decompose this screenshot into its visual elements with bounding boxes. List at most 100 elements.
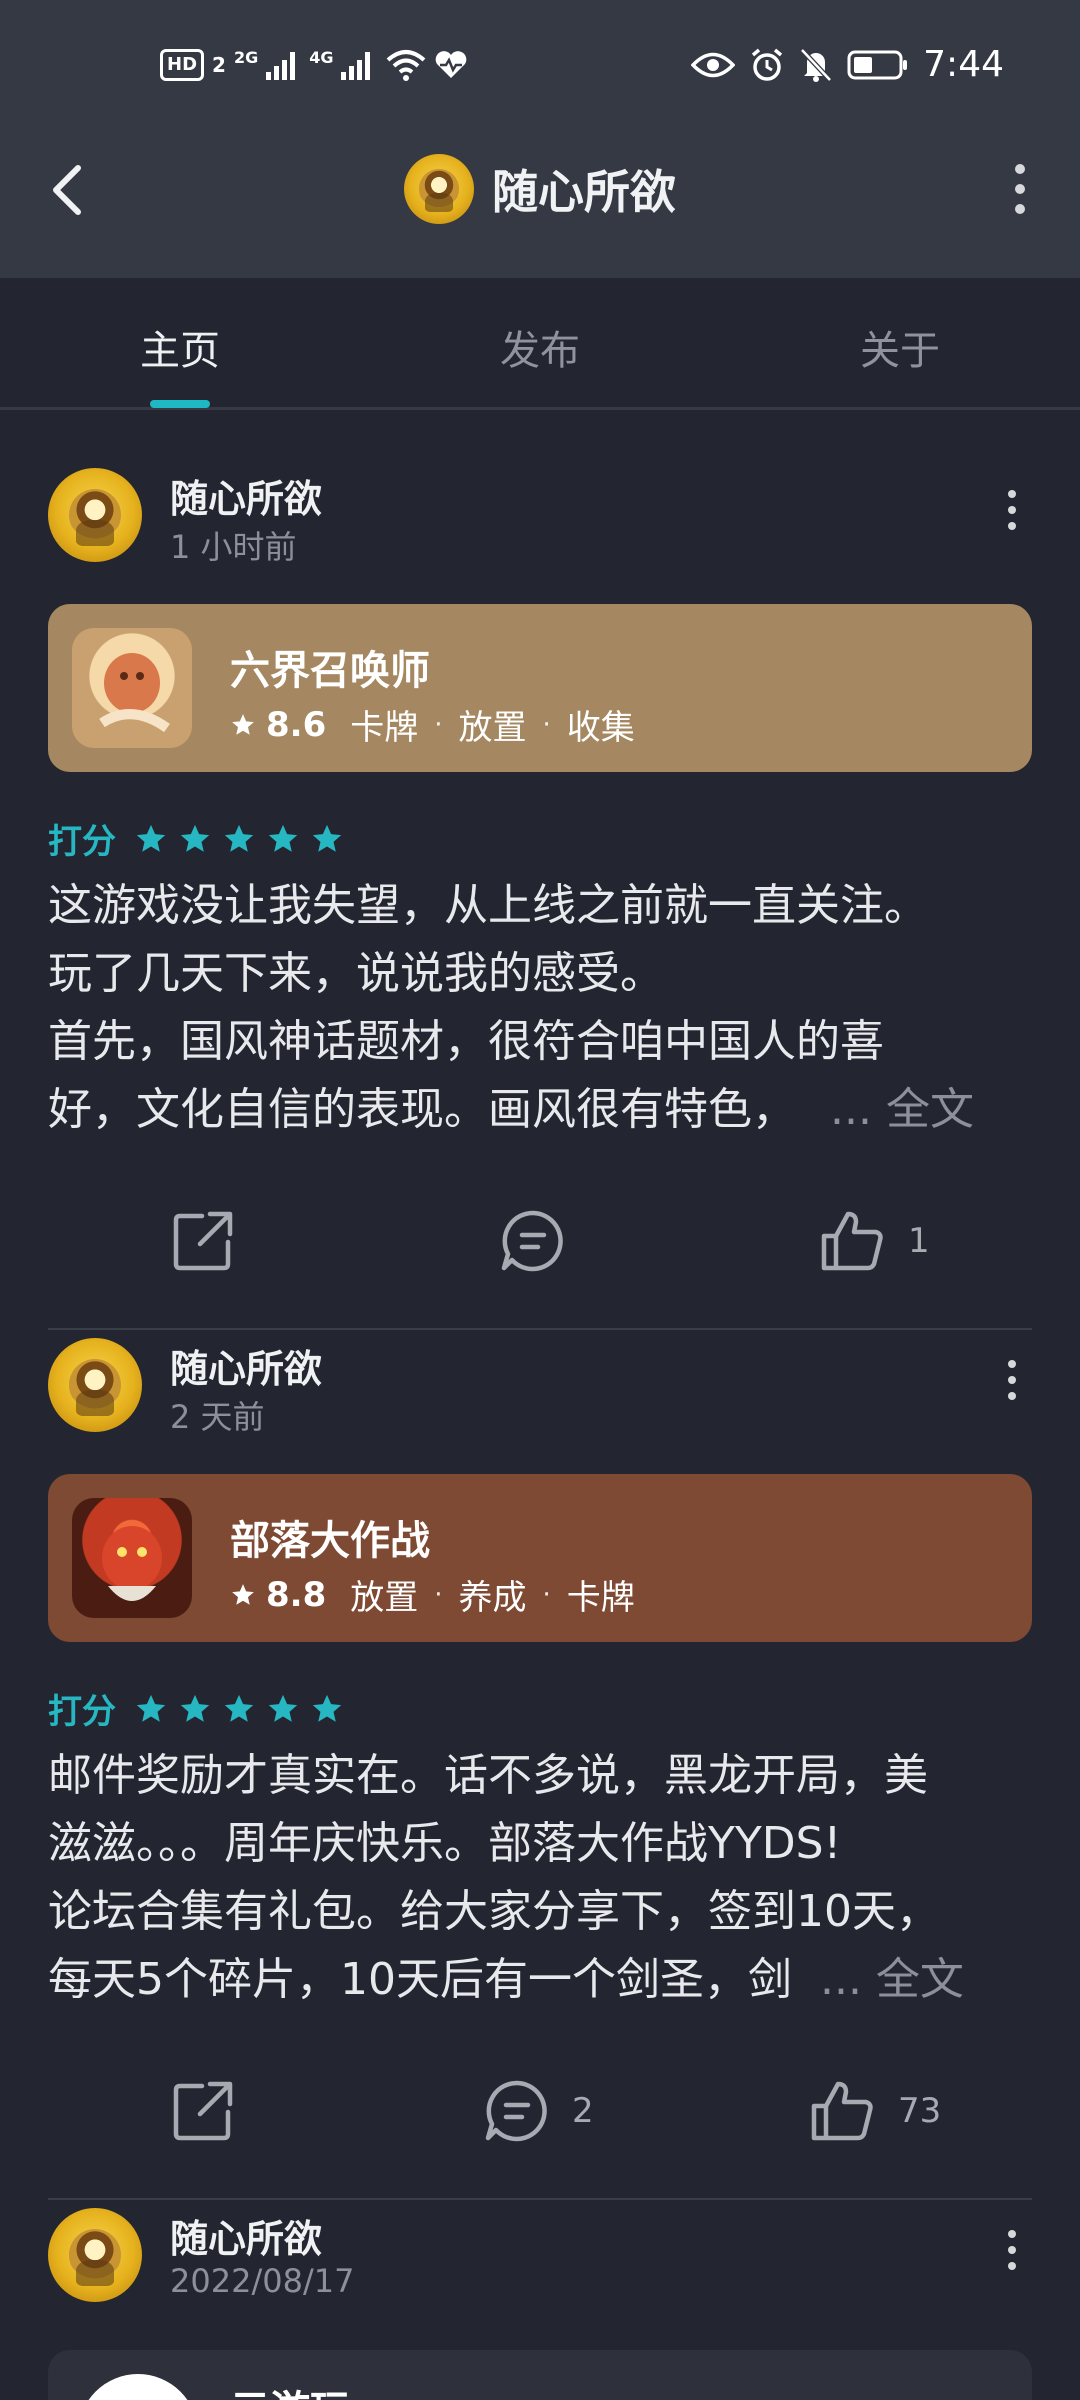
game-score: 8.8	[266, 1574, 327, 1615]
game-card[interactable]: 部落大作战 8.8 放置 · 养成 · 卡牌	[48, 1474, 1032, 1642]
author-name[interactable]: 随心所欲	[170, 468, 322, 523]
tag-separator: ·	[542, 709, 551, 740]
post-text-line: 好，文化自信的表现。画风很有特色，	[48, 1084, 796, 1135]
game-card[interactable]: 六界召唤师 8.6 卡牌 · 放置 · 收集	[48, 604, 1032, 772]
share-icon	[173, 1211, 233, 1271]
avatar[interactable]	[48, 468, 142, 562]
comment-button[interactable]	[500, 1208, 588, 1274]
post-text-line-last: 每天5个碎片，10天后有一个剑圣，剑 ... 全文	[48, 1946, 1038, 2014]
post-time: 1 小时前	[170, 528, 297, 566]
like-count: 73	[898, 2091, 942, 2131]
post-actions: 1	[0, 1208, 1080, 1288]
author-name[interactable]: 随心所欲	[170, 2208, 322, 2263]
sim-indicator: 2	[212, 53, 226, 77]
star-icon	[232, 713, 254, 735]
game-name: 部落大作战	[230, 1518, 430, 1564]
post-header: 随心所欲 1 小时前	[48, 468, 1032, 568]
top-bar: HD 2 2G 4G 7:44 随心所欲	[0, 0, 1080, 278]
game-icon	[72, 628, 192, 748]
game-icon	[78, 2374, 198, 2400]
game-tag: 放置	[350, 1578, 419, 1618]
network-4g-label: 4G	[309, 48, 334, 67]
network-2g-label: 2G	[233, 48, 259, 67]
comment-button[interactable]: 2	[484, 2078, 594, 2144]
avatar[interactable]	[48, 2208, 142, 2302]
rating-star-icon	[136, 1694, 166, 1722]
rating-star-icon	[312, 824, 342, 852]
wifi-icon	[387, 50, 426, 81]
game-score: 8.6	[266, 704, 327, 745]
avatar[interactable]	[48, 1338, 142, 1432]
post-header: 随心所欲 2022/08/17	[48, 2208, 1032, 2308]
read-more-link[interactable]: ... 全文	[830, 1084, 974, 1135]
post-text-line: 玩了几天下来，说说我的感受。	[48, 948, 664, 999]
game-card[interactable]: 元游玩	[48, 2350, 1032, 2400]
tag-separator: ·	[434, 1579, 443, 1610]
post-actions: 2 73	[0, 2078, 1080, 2158]
post-more-icon[interactable]	[992, 482, 1032, 542]
post-divider	[48, 2198, 1032, 2200]
rating-star-icon	[180, 824, 210, 852]
eye-icon	[691, 52, 736, 77]
post-text-line-last: 好，文化自信的表现。画风很有特色， ... 全文	[48, 1076, 1038, 1144]
profile-logo	[404, 154, 474, 224]
page-title: 随心所欲	[492, 165, 676, 219]
like-button[interactable]: 73	[810, 2078, 941, 2144]
rating: 打分	[48, 1684, 344, 1733]
tag-separator: ·	[542, 1579, 551, 1610]
rating-star-icon	[224, 824, 254, 852]
post-header: 随心所欲 2 天前	[48, 1338, 1032, 1438]
rating-star-icon	[136, 824, 166, 852]
author-name[interactable]: 随心所欲	[170, 1338, 322, 1393]
post-text-line: 首先，国风神话题材，很符合咱中国人的喜	[48, 1016, 884, 1067]
comment-icon	[501, 1210, 563, 1272]
clock: 7:44	[923, 44, 1004, 85]
star-icon	[232, 1583, 254, 1605]
active-tab-indicator	[150, 400, 210, 408]
alarm-icon	[752, 48, 783, 81]
post-text[interactable]: 邮件奖励才真实在。话不多说，黑龙开局，美 滋滋。。。周年庆快乐。部落大作战YYD…	[48, 1742, 1038, 2014]
rating: 打分	[48, 814, 344, 863]
tab-about[interactable]: 关于	[720, 318, 1080, 376]
read-more-link[interactable]: ... 全文	[820, 1954, 964, 2005]
post-text-line: 论坛合集有礼包。给大家分享下，签到10天，	[48, 1886, 940, 1937]
rating-star-icon	[312, 1694, 342, 1722]
tab-publish[interactable]: 发布	[360, 318, 720, 376]
more-options-icon[interactable]	[990, 160, 1050, 220]
app-header: 随心所欲	[0, 130, 1080, 280]
mute-bell-icon	[800, 47, 832, 82]
game-icon	[72, 1498, 192, 1618]
post-time: 2022/08/17	[170, 2262, 355, 2300]
post-text[interactable]: 这游戏没让我失望，从上线之前就一直关注。 玩了几天下来，说说我的感受。 首先，国…	[48, 872, 1038, 1144]
status-right: 7:44	[691, 44, 1004, 85]
share-button[interactable]	[172, 1208, 236, 1272]
like-count: 1	[908, 1221, 930, 1261]
post-more-icon[interactable]	[992, 2222, 1032, 2282]
game-name: 六界召唤师	[230, 648, 430, 694]
post-divider	[48, 1328, 1032, 1330]
tab-home[interactable]: 主页	[0, 318, 360, 376]
share-button[interactable]	[172, 2078, 236, 2142]
comment-icon	[485, 2080, 547, 2142]
signal-icon	[266, 50, 296, 80]
post-text-line: 邮件奖励才真实在。话不多说，黑龙开局，美	[48, 1750, 928, 1801]
game-tag: 卡牌	[350, 708, 419, 748]
post-text-line: 滋滋。。。周年庆快乐。部落大作战YYDS!	[48, 1818, 842, 1869]
thumbs-up-icon	[821, 1211, 883, 1271]
comment-count: 2	[572, 2091, 594, 2131]
tab-bar: 主页 发布 关于	[0, 278, 1080, 410]
post-time: 2 天前	[170, 1398, 265, 1436]
battery-icon	[847, 50, 908, 79]
post-text-line: 每天5个碎片，10天后有一个剑圣，剑	[48, 1954, 792, 2005]
header-center: 随心所欲	[0, 154, 1080, 224]
post-more-icon[interactable]	[992, 1352, 1032, 1412]
game-tag: 放置	[458, 708, 527, 748]
hd-badge: HD	[160, 49, 205, 81]
rating-star-icon	[268, 824, 298, 852]
game-meta: 8.6 卡牌 · 放置 · 收集	[230, 700, 635, 749]
share-icon	[173, 2081, 233, 2141]
like-button[interactable]: 1	[820, 1208, 930, 1274]
rating-star-icon	[224, 1694, 254, 1722]
status-bar: HD 2 2G 4G 7:44	[0, 0, 1080, 130]
rating-label: 打分	[48, 822, 116, 862]
